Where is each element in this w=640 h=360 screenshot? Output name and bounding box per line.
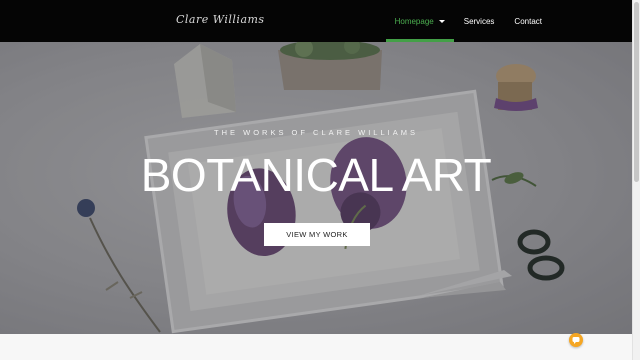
page-scrollbar[interactable] xyxy=(632,0,640,360)
caret-down-icon xyxy=(438,19,445,23)
chat-widget-button[interactable] xyxy=(569,333,583,347)
hero-subtitle: THE WORKS OF CLARE WILLIAMS xyxy=(214,128,418,137)
chat-bubble-icon xyxy=(572,337,580,344)
main-nav: Homepage Services Contact xyxy=(385,0,552,42)
hero-title: BOTANICAL ART xyxy=(140,149,492,201)
nav-item-label: Homepage xyxy=(394,16,434,26)
view-my-work-button[interactable]: VIEW MY WORK xyxy=(264,223,370,246)
nav-item-label: Contact xyxy=(514,16,542,26)
nav-item-label: Services xyxy=(463,16,495,26)
nav-item-homepage[interactable]: Homepage xyxy=(385,0,454,42)
logo[interactable]: Clare Williams xyxy=(176,13,265,26)
site-header: Clare Williams Homepage Services Contact xyxy=(0,0,632,42)
nav-item-contact[interactable]: Contact xyxy=(504,0,552,42)
scrollbar-thumb[interactable] xyxy=(634,2,639,182)
page-content-strip xyxy=(0,334,632,360)
hero-section: THE WORKS OF CLARE WILLIAMS BOTANICAL AR… xyxy=(0,42,632,334)
nav-item-services[interactable]: Services xyxy=(454,0,505,42)
